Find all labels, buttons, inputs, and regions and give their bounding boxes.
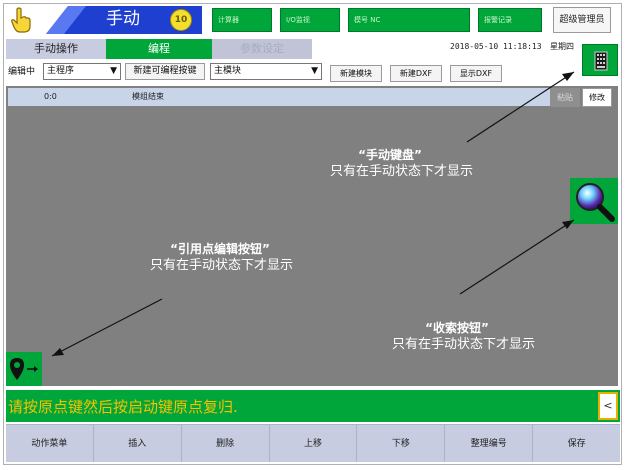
keyboard-annotation: “手动键盘” 只有在手动状态下才显示: [330, 147, 474, 181]
search-annotation-sub: 只有在手动状态下才显示: [392, 337, 536, 352]
save-button[interactable]: 保存: [533, 425, 620, 462]
insert-button[interactable]: 插入: [94, 425, 182, 462]
delete-button[interactable]: 删除: [182, 425, 270, 462]
bottom-menu: 动作菜单 插入 删除 上移 下移 整理编号 保存: [6, 424, 620, 462]
search-annotation-title: “收索按钮”: [425, 321, 489, 335]
collapse-button[interactable]: <: [598, 392, 618, 420]
keyboard-annotation-sub: 只有在手动状态下才显示: [330, 164, 474, 179]
renumber-button[interactable]: 整理编号: [445, 425, 534, 462]
reference-point-annotation: “引用点编辑按钮” 只有在手动状态下才显示: [150, 241, 294, 275]
reference-point-annotation-title: “引用点编辑按钮”: [170, 242, 270, 256]
action-menu-button[interactable]: 动作菜单: [6, 425, 94, 462]
search-annotation: “收索按钮” 只有在手动状态下才显示: [392, 320, 536, 354]
reference-point-annotation-sub: 只有在手动状态下才显示: [150, 258, 294, 273]
status-message: 请按原点键然后按启动键原点复归.: [8, 398, 238, 416]
keyboard-annotation-title: “手动键盘”: [358, 148, 422, 162]
move-down-button[interactable]: 下移: [357, 425, 446, 462]
move-up-button[interactable]: 上移: [270, 425, 358, 462]
